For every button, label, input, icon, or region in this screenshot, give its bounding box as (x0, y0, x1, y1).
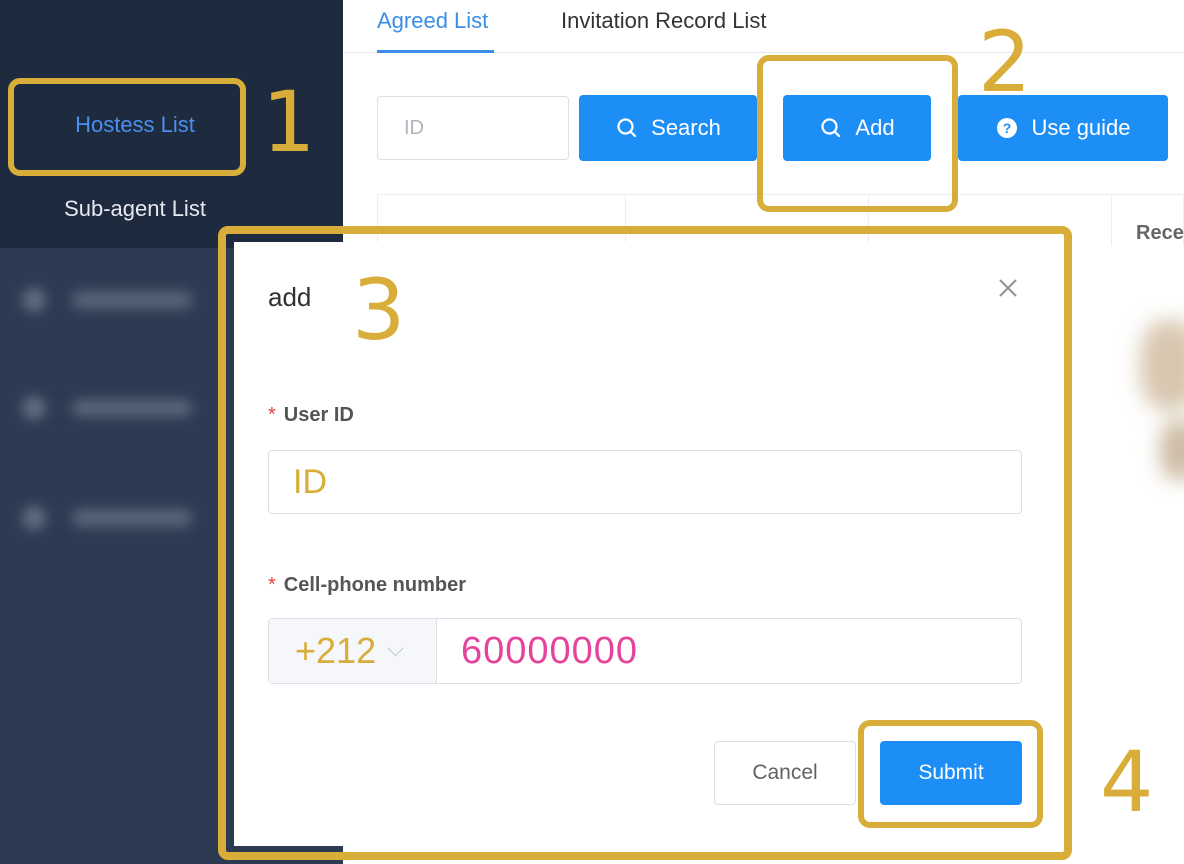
sidebar-item-sub-agent-list[interactable]: Sub-agent List (0, 196, 270, 222)
search-icon (617, 118, 637, 138)
table-column-header: Rece (1136, 222, 1184, 244)
highlight-box-step-2 (757, 55, 958, 212)
step-number-2: 2 (978, 13, 1032, 111)
help-circle-icon: ? (997, 118, 1018, 138)
table-column-divider (1111, 194, 1112, 246)
sidebar-item-blurred[interactable] (22, 396, 192, 420)
svg-text:?: ? (1003, 120, 1012, 136)
sidebar-item-blurred[interactable] (22, 506, 192, 530)
sidebar-item-blurred[interactable] (22, 288, 192, 312)
highlight-box-step-4 (858, 720, 1043, 828)
search-button[interactable]: Search (579, 95, 757, 161)
id-search-input[interactable]: ID (377, 96, 569, 160)
step-number-1: 1 (262, 73, 316, 171)
active-tab-indicator (377, 50, 494, 53)
step-number-4: 4 (1100, 733, 1154, 831)
highlight-box-step-1 (8, 78, 246, 176)
tab-invitation-record-list[interactable]: Invitation Record List (561, 8, 766, 34)
step-number-3: 3 (352, 261, 406, 359)
use-guide-button-label: Use guide (1031, 115, 1131, 140)
search-button-label: Search (651, 115, 721, 140)
tab-agreed-list[interactable]: Agreed List (377, 8, 488, 34)
